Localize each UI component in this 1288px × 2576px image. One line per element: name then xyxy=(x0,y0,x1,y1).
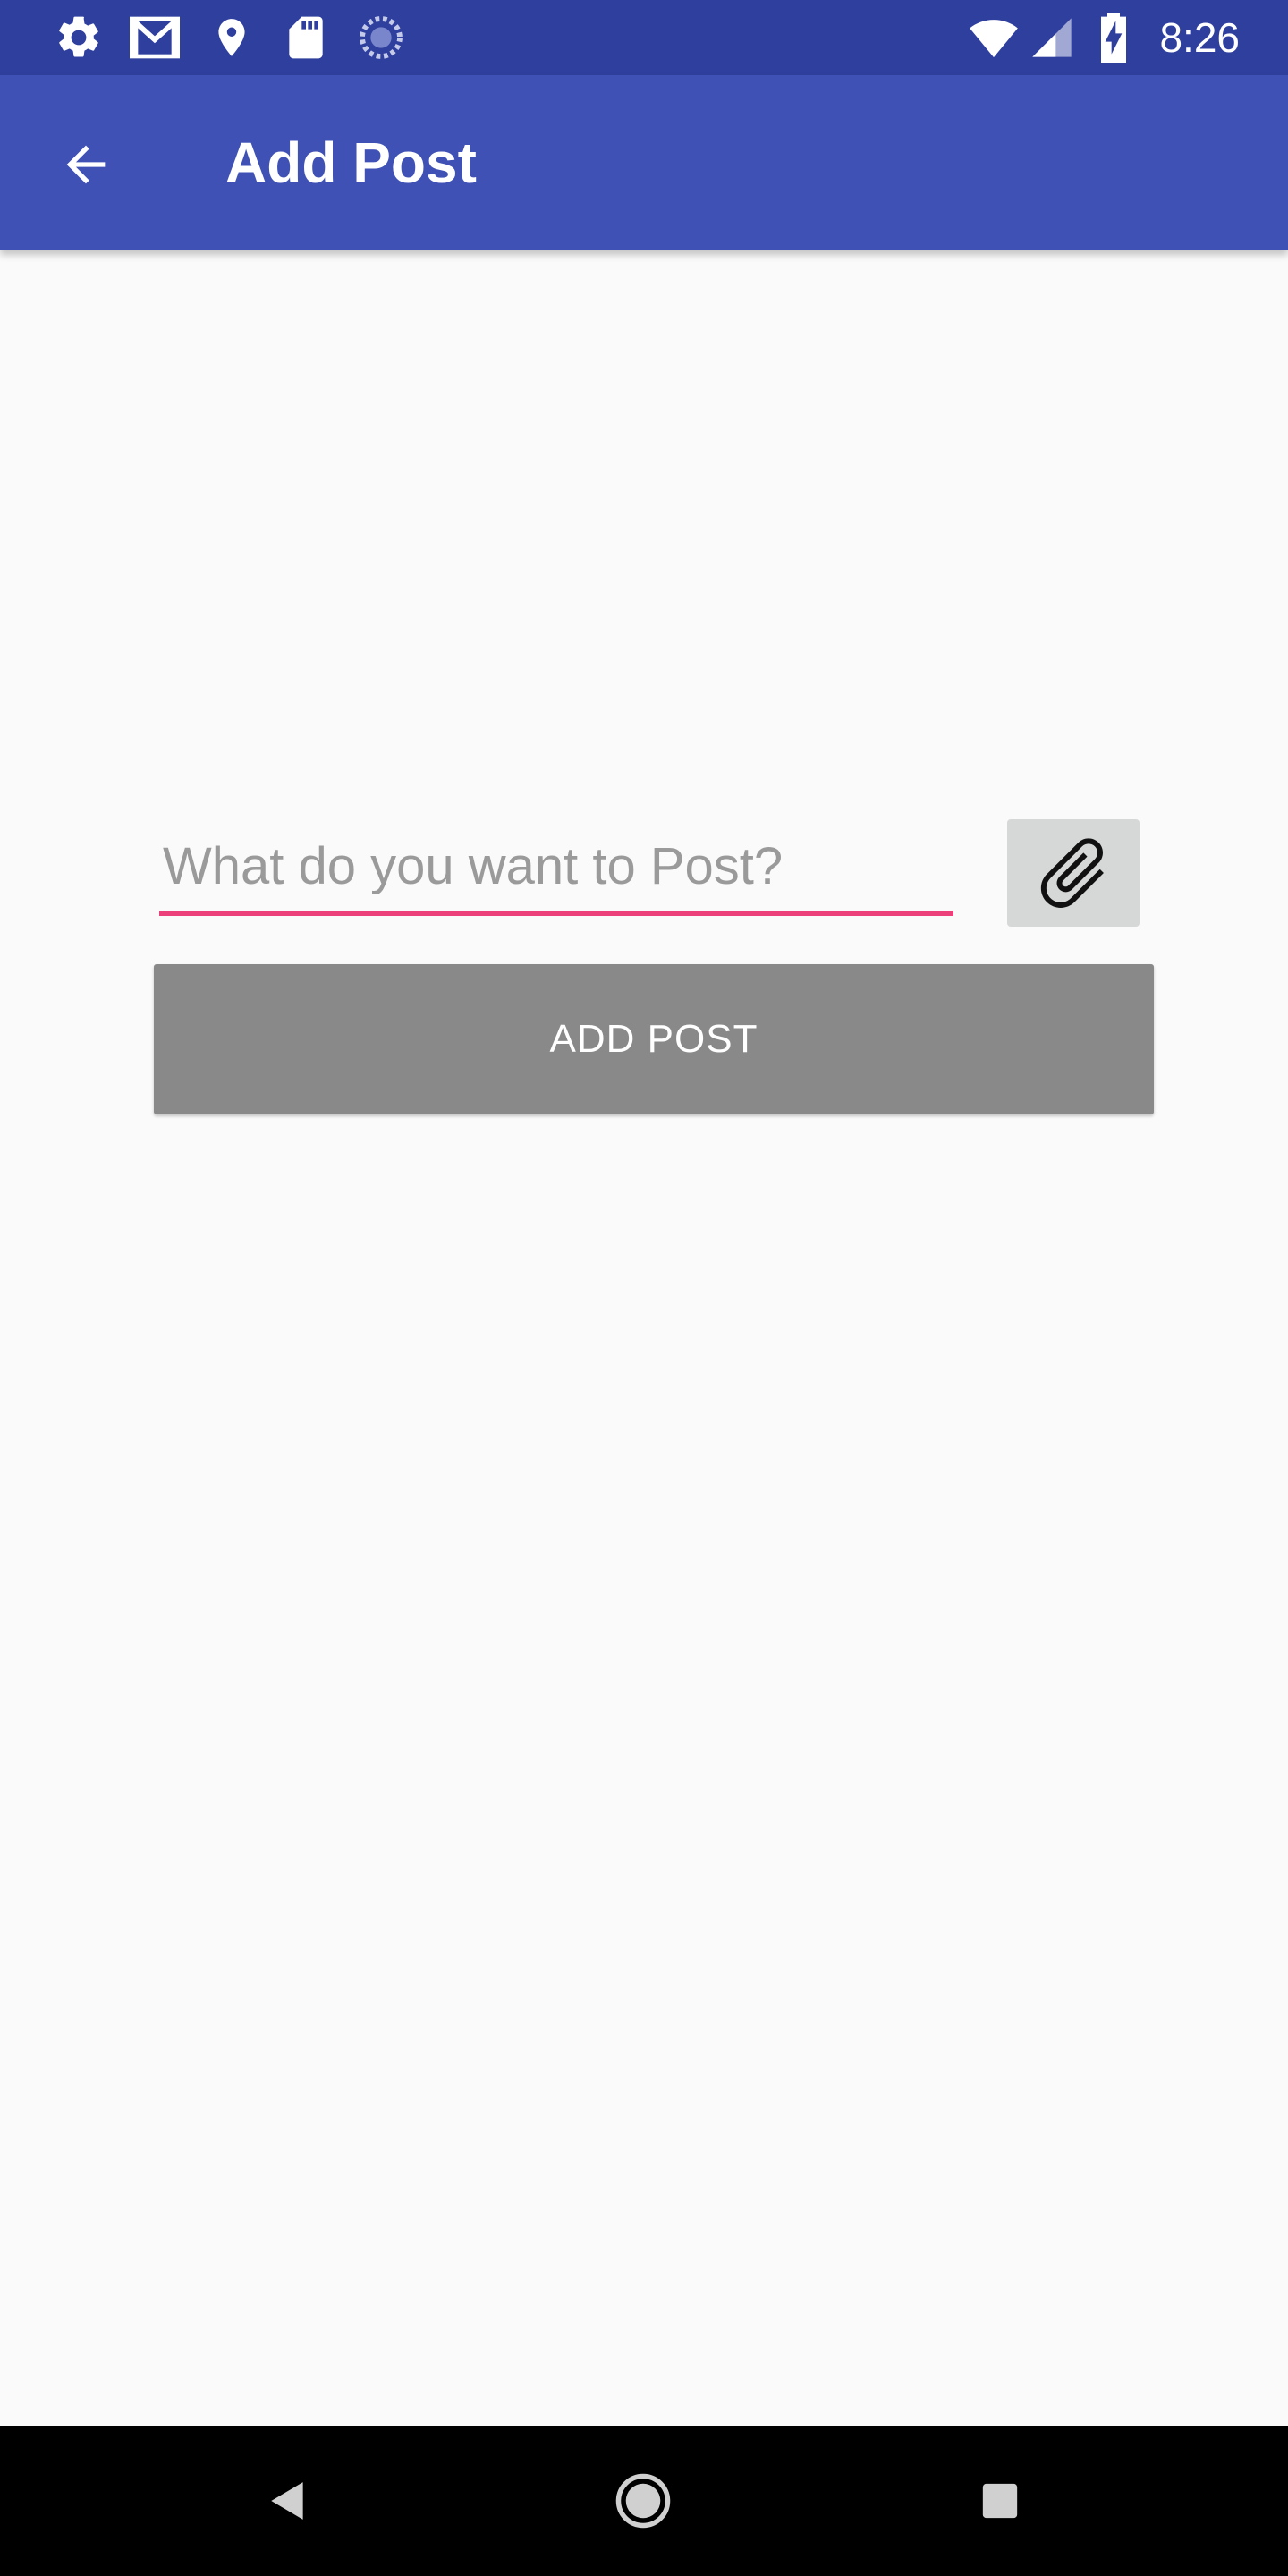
attach-button[interactable] xyxy=(1007,819,1140,927)
page-title: Add Post xyxy=(225,131,477,195)
location-icon xyxy=(218,19,245,56)
post-input[interactable] xyxy=(159,821,953,916)
paperclip-icon xyxy=(1040,838,1104,908)
settings-icon xyxy=(59,16,98,57)
nav-home-button[interactable] xyxy=(598,2456,688,2546)
app-bar: Add Post xyxy=(0,75,1288,250)
signal-icon xyxy=(1032,18,1072,57)
recents-square-icon xyxy=(982,2483,1018,2519)
nav-recents-button[interactable] xyxy=(955,2456,1045,2546)
status-time: 8:26 xyxy=(1159,14,1240,61)
nav-back-button[interactable] xyxy=(243,2456,333,2546)
add-post-button[interactable]: ADD POST xyxy=(154,964,1154,1114)
arrow-back-icon xyxy=(66,145,106,184)
sd-card-icon xyxy=(289,16,323,59)
battery-charging-icon xyxy=(1101,13,1126,63)
status-bar: 8:26 xyxy=(0,0,1288,75)
back-triangle-icon xyxy=(271,2482,303,2520)
back-button[interactable] xyxy=(45,123,127,206)
sync-icon xyxy=(360,16,402,59)
gmail-icon xyxy=(130,16,180,59)
wifi-icon xyxy=(970,20,1018,58)
navigation-bar xyxy=(0,2426,1288,2576)
home-circle-icon xyxy=(615,2473,671,2529)
